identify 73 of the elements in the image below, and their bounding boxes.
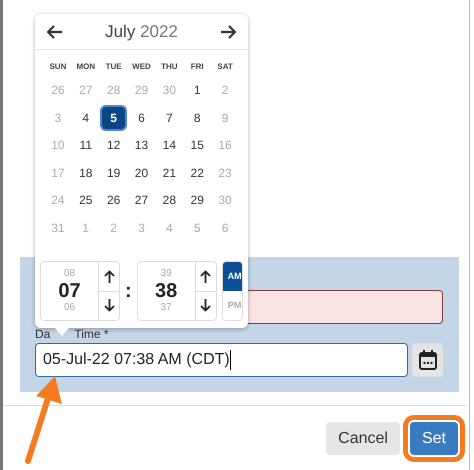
day-cell[interactable]: 15 xyxy=(184,132,211,158)
day-cell[interactable]: 10 xyxy=(44,132,72,158)
arrow-left-icon xyxy=(47,24,63,38)
date-time-field[interactable]: 05-Jul-22 07:38 AM (CDT) xyxy=(35,343,408,377)
time-separator: : xyxy=(124,279,133,304)
arrow-down-icon xyxy=(200,299,212,312)
day-cell[interactable]: 1 xyxy=(184,77,211,104)
day-cell[interactable]: 5 xyxy=(100,104,128,131)
day-cell[interactable]: 6 xyxy=(212,214,239,241)
day-cell[interactable]: 14 xyxy=(156,132,183,158)
weekday-label: THU xyxy=(161,61,178,73)
day-cell[interactable]: 16 xyxy=(212,132,239,158)
time-value: 38 xyxy=(155,281,178,301)
arrow-up-icon xyxy=(200,270,212,283)
year-label: 2022 xyxy=(140,22,178,41)
day-cell[interactable]: 4 xyxy=(156,214,183,241)
day-cell[interactable]: 3 xyxy=(128,214,155,241)
day-cell[interactable]: 17 xyxy=(44,160,72,186)
callout-arrow-icon xyxy=(22,374,64,464)
day-cell[interactable]: 25 xyxy=(72,187,100,214)
field-label: Da xyxy=(35,328,50,340)
day-cell[interactable]: 26 xyxy=(100,187,128,214)
day-cell[interactable]: 7 xyxy=(156,104,183,131)
day-cell[interactable]: 27 xyxy=(128,187,155,214)
day-cell[interactable]: 30 xyxy=(212,187,239,214)
weekday-label: FRI xyxy=(190,61,204,73)
day-cell[interactable]: 24 xyxy=(44,187,72,214)
day-cell[interactable]: 20 xyxy=(128,160,155,186)
arrow-up-icon xyxy=(104,270,114,283)
time-option[interactable]: 39 xyxy=(160,269,172,279)
set-button[interactable]: Set xyxy=(410,422,458,455)
day-cell[interactable]: 28 xyxy=(100,77,128,104)
day-cell[interactable]: 22 xyxy=(184,160,211,186)
weekday-label: TUE xyxy=(106,61,122,73)
day-cell[interactable]: 9 xyxy=(212,104,239,131)
time-option[interactable]: 06 xyxy=(64,303,76,313)
day-cell[interactable]: 31 xyxy=(44,214,72,241)
day-cell[interactable]: 19 xyxy=(100,160,128,186)
weekday-label: MON xyxy=(76,61,96,73)
day-cell[interactable]: 21 xyxy=(156,160,183,186)
calendar-icon xyxy=(418,349,438,371)
weekday-label: SUN xyxy=(49,61,66,73)
time-option[interactable]: 37 xyxy=(160,303,172,313)
day-cell[interactable]: 5 xyxy=(184,214,211,241)
day-cell[interactable]: 2 xyxy=(212,77,239,104)
calendar-button[interactable] xyxy=(412,343,443,377)
day-cell[interactable]: 30 xyxy=(156,77,183,104)
day-cell[interactable]: 3 xyxy=(44,104,72,131)
month-label: July xyxy=(105,22,136,41)
day-cell[interactable]: 26 xyxy=(44,77,72,104)
day-cell[interactable]: 2 xyxy=(100,214,128,241)
arrow-down-icon xyxy=(104,299,114,312)
day-cell[interactable]: 11 xyxy=(72,132,100,158)
time-option[interactable]: 08 xyxy=(64,269,76,279)
day-cell[interactable]: 13 xyxy=(128,132,155,158)
day-cell[interactable]: 18 xyxy=(72,160,100,186)
day-cell[interactable]: 23 xyxy=(212,160,239,186)
day-cell[interactable]: 12 xyxy=(100,132,128,158)
cancel-button[interactable]: Cancel xyxy=(326,422,400,455)
time-value: 07 xyxy=(58,281,81,301)
weekday-label: WED xyxy=(132,61,151,73)
meridiem-toggle[interactable]: AM xyxy=(222,262,242,291)
weekday-label: SAT xyxy=(217,61,233,73)
field-label: Time * xyxy=(74,328,109,340)
day-cell[interactable]: 6 xyxy=(128,104,155,131)
day-cell[interactable]: 28 xyxy=(156,187,183,214)
day-cell[interactable]: 4 xyxy=(72,104,100,131)
day-cell[interactable]: 1 xyxy=(72,214,100,241)
day-cell[interactable]: 29 xyxy=(184,187,211,214)
day-cell[interactable]: 27 xyxy=(72,77,100,104)
arrow-right-icon xyxy=(220,24,236,38)
day-cell[interactable]: 29 xyxy=(128,77,155,104)
day-cell[interactable]: 8 xyxy=(184,104,211,131)
